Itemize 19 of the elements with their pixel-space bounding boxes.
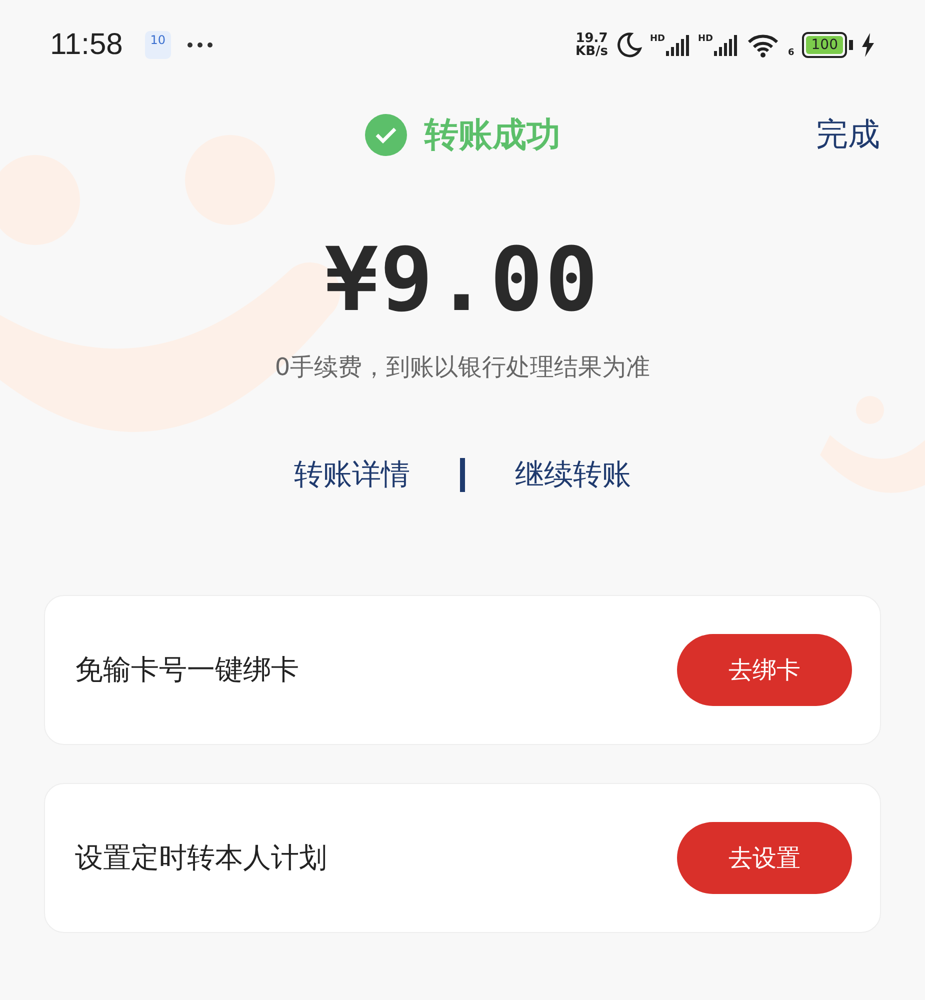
action-button[interactable]: 去设置	[677, 822, 852, 894]
done-link[interactable]: 完成	[816, 113, 880, 157]
network-speed: 19.7 KB/s	[576, 32, 608, 58]
charging-icon	[861, 33, 875, 57]
wifi-icon	[746, 32, 780, 58]
action-link[interactable]: 转账详情	[294, 455, 410, 495]
success-title: 转账成功	[424, 114, 560, 157]
amount: ¥9.00	[325, 228, 600, 331]
more-dots-icon	[186, 42, 213, 48]
wifi-label: 6	[788, 48, 794, 58]
action-link[interactable]: 继续转账	[515, 455, 631, 495]
card-title: 设置定时转本人计划	[75, 840, 327, 876]
success-check-icon	[364, 114, 406, 156]
clock: 11:58	[50, 28, 123, 62]
fee-note: 0手续费，到账以银行处理结果为准	[274, 352, 650, 383]
action-button[interactable]: 去绑卡	[677, 634, 852, 706]
calendar-badge: 10	[144, 31, 171, 59]
moon-icon	[616, 32, 642, 58]
card-title: 免输卡号一键绑卡	[75, 652, 299, 688]
